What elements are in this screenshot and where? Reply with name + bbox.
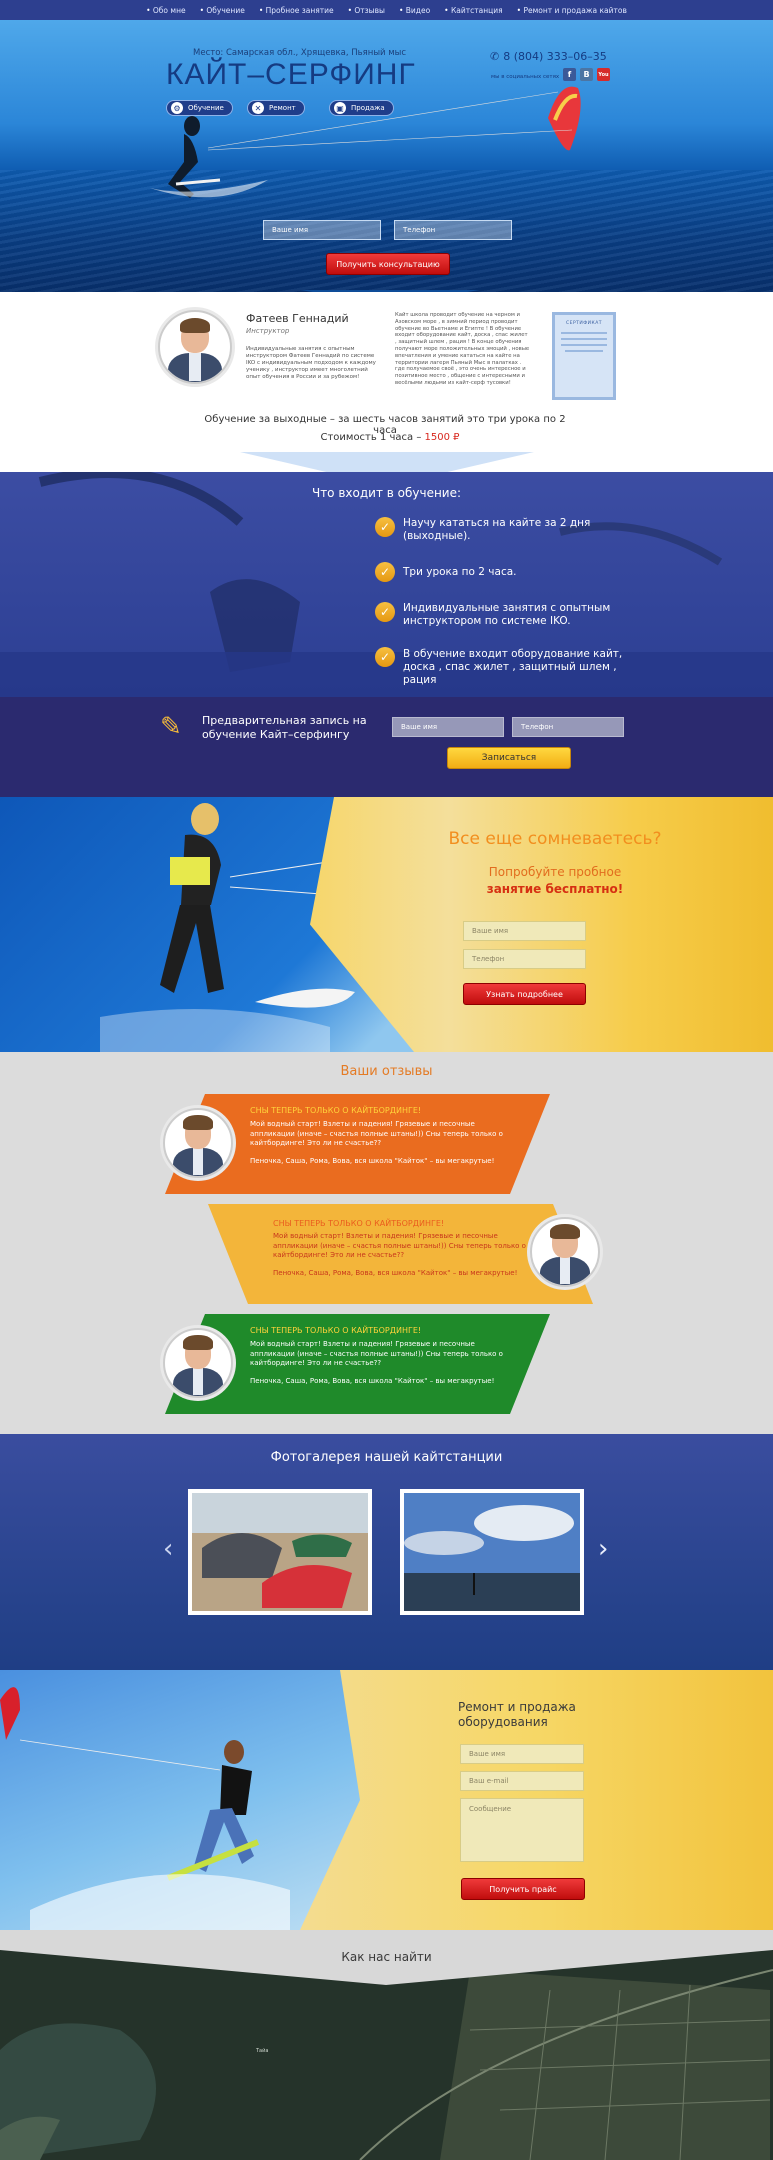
trial-section: Все еще сомневаетесь? Попробуйте пробное… bbox=[0, 797, 773, 1052]
nav-link-station[interactable]: Кайтстанция bbox=[444, 6, 503, 15]
shop-email-input[interactable]: Ваш e-mail bbox=[460, 1771, 584, 1791]
included-item-3: Индивидуальные занятия с опытным инструк… bbox=[403, 602, 611, 627]
shop-message-textarea[interactable]: Сообщение bbox=[460, 1798, 584, 1862]
pill-sale-button[interactable]: ▣ Продажа bbox=[329, 100, 394, 116]
surfer-illustration bbox=[100, 803, 360, 1052]
trial-subtitle: Попробуйте пробное bbox=[488, 865, 622, 879]
map-section: Как нас найти Тайа bbox=[0, 1930, 773, 2160]
hero-section: Место: Самарская обл., Хрящевка, Пьяный … bbox=[0, 20, 773, 292]
review-avatar-3 bbox=[163, 1328, 233, 1398]
consultation-button[interactable]: Получить консультацию bbox=[326, 253, 450, 275]
gallery-photo-2[interactable] bbox=[400, 1489, 584, 1615]
chevron-right-icon[interactable]: › bbox=[598, 1534, 608, 1564]
cart-icon: ▣ bbox=[334, 102, 346, 114]
settings-icon: ⚙ bbox=[171, 102, 183, 114]
chevron-left-icon[interactable]: ‹ bbox=[163, 1534, 173, 1564]
nav-link-trial[interactable]: Пробное занятие bbox=[259, 6, 334, 15]
nav-link-reviews[interactable]: Отзывы bbox=[348, 6, 385, 15]
shop-name-input[interactable]: Ваше имя bbox=[460, 1744, 584, 1764]
pencil-note-icon: ✎ bbox=[160, 712, 182, 742]
gallery-photo-1[interactable] bbox=[188, 1489, 372, 1615]
pill-training-button[interactable]: ⚙ Обучение bbox=[166, 100, 233, 116]
shop-title: Ремонт и продажа оборудования bbox=[458, 1700, 576, 1729]
reviews-section: Ваши отзывы СНЫ ТЕПЕРЬ ТОЛЬКО О КАЙТБОРД… bbox=[0, 1052, 773, 1434]
map-place-label: Тайа bbox=[256, 2048, 269, 2054]
pill-repair-button[interactable]: ✕ Ремонт bbox=[247, 100, 305, 116]
signup-name-input[interactable]: Ваше имя bbox=[392, 717, 504, 737]
check-icon: ✓ bbox=[375, 562, 395, 582]
trial-free-text: занятие бесплатно! bbox=[486, 882, 624, 896]
get-price-button[interactable]: Получить прайс bbox=[461, 1878, 585, 1900]
price-value: 1500 ₽ bbox=[424, 432, 460, 443]
nav-link-about[interactable]: Обо мне bbox=[146, 6, 186, 15]
instructor-name: Фатеев Геннадий bbox=[246, 312, 349, 325]
phone-number[interactable]: ✆ 8 (804) 333–06–35 bbox=[490, 50, 607, 63]
included-title: Что входит в обучение: bbox=[311, 486, 462, 500]
instructor-role: Инструктор bbox=[246, 327, 290, 335]
included-item-1: Научу кататься на кайте за 2 дня (выходн… bbox=[403, 517, 591, 542]
certificate-label: СЕРТИФИКАТ bbox=[565, 321, 603, 326]
signup-phone-input[interactable]: Телефон bbox=[512, 717, 624, 737]
certificate-image[interactable]: СЕРТИФИКАТ bbox=[552, 312, 616, 400]
signup-button[interactable]: Записаться bbox=[447, 747, 571, 769]
instructor-section: Фатеев Геннадий Инструктор Индивидуальны… bbox=[0, 292, 773, 472]
hero-name-input[interactable]: Ваше имя bbox=[263, 220, 381, 240]
trial-title: Все еще сомневаетесь? bbox=[448, 829, 662, 849]
trial-phone-input[interactable]: Телефон bbox=[463, 949, 586, 969]
nav-link-video[interactable]: Видео bbox=[399, 6, 430, 15]
tools-icon: ✕ bbox=[252, 102, 264, 114]
nav-link-training[interactable]: Обучение bbox=[200, 6, 244, 15]
trial-name-input[interactable]: Ваше имя bbox=[463, 921, 586, 941]
instructor-about: Индивидуальные занятия с опытным инструк… bbox=[246, 346, 376, 380]
learn-more-button[interactable]: Узнать подробнее bbox=[463, 983, 586, 1005]
jumping-kiter-illustration bbox=[0, 1687, 290, 1930]
signup-title: Предварительная запись на обучение Кайт–… bbox=[202, 714, 367, 741]
social-label: мы в социальных сетях bbox=[491, 74, 560, 80]
included-section: Что входит в обучение: ✓ Научу кататься … bbox=[0, 472, 773, 697]
instructor-avatar bbox=[158, 310, 232, 384]
check-icon: ✓ bbox=[375, 602, 395, 622]
gallery-section: Фотогалерея нашей кайтстанции ‹ › bbox=[0, 1434, 773, 1670]
nav-link-shop[interactable]: Ремонт и продажа кайтов bbox=[517, 6, 626, 15]
check-icon: ✓ bbox=[375, 647, 395, 667]
price-line: Стоимость 1 часа – 1500 ₽ bbox=[320, 432, 460, 443]
check-icon: ✓ bbox=[375, 517, 395, 537]
phone-icon: ✆ bbox=[490, 50, 500, 63]
vk-icon[interactable]: B bbox=[580, 68, 593, 81]
reviews-title: Ваши отзывы bbox=[340, 1064, 433, 1079]
included-item-4: В обучение входит оборудование кайт, дос… bbox=[403, 648, 623, 686]
location-text: Место: Самарская обл., Хрящевка, Пьяный … bbox=[193, 48, 407, 58]
map-title: Как нас найти bbox=[341, 1950, 432, 1964]
facebook-icon[interactable]: f bbox=[563, 68, 576, 81]
site-title: КАЙТ–СЕРФИНГ bbox=[166, 58, 416, 91]
included-item-2: Три урока по 2 часа. bbox=[403, 566, 517, 578]
shop-section: Ремонт и продажа оборудования Ваше имя В… bbox=[0, 1670, 773, 1930]
school-description: Кайт школа проводит обучение на черном и… bbox=[395, 312, 530, 386]
review-avatar-1 bbox=[163, 1108, 233, 1178]
gallery-title: Фотогалерея нашей кайтстанции bbox=[270, 1450, 503, 1465]
top-nav: Обо мне Обучение Пробное занятие Отзывы … bbox=[0, 0, 773, 20]
review-avatar-2 bbox=[530, 1217, 600, 1287]
signup-section: ✎ Предварительная запись на обучение Кай… bbox=[0, 697, 773, 797]
youtube-icon[interactable]: You bbox=[597, 68, 610, 81]
hero-phone-input[interactable]: Телефон bbox=[394, 220, 512, 240]
